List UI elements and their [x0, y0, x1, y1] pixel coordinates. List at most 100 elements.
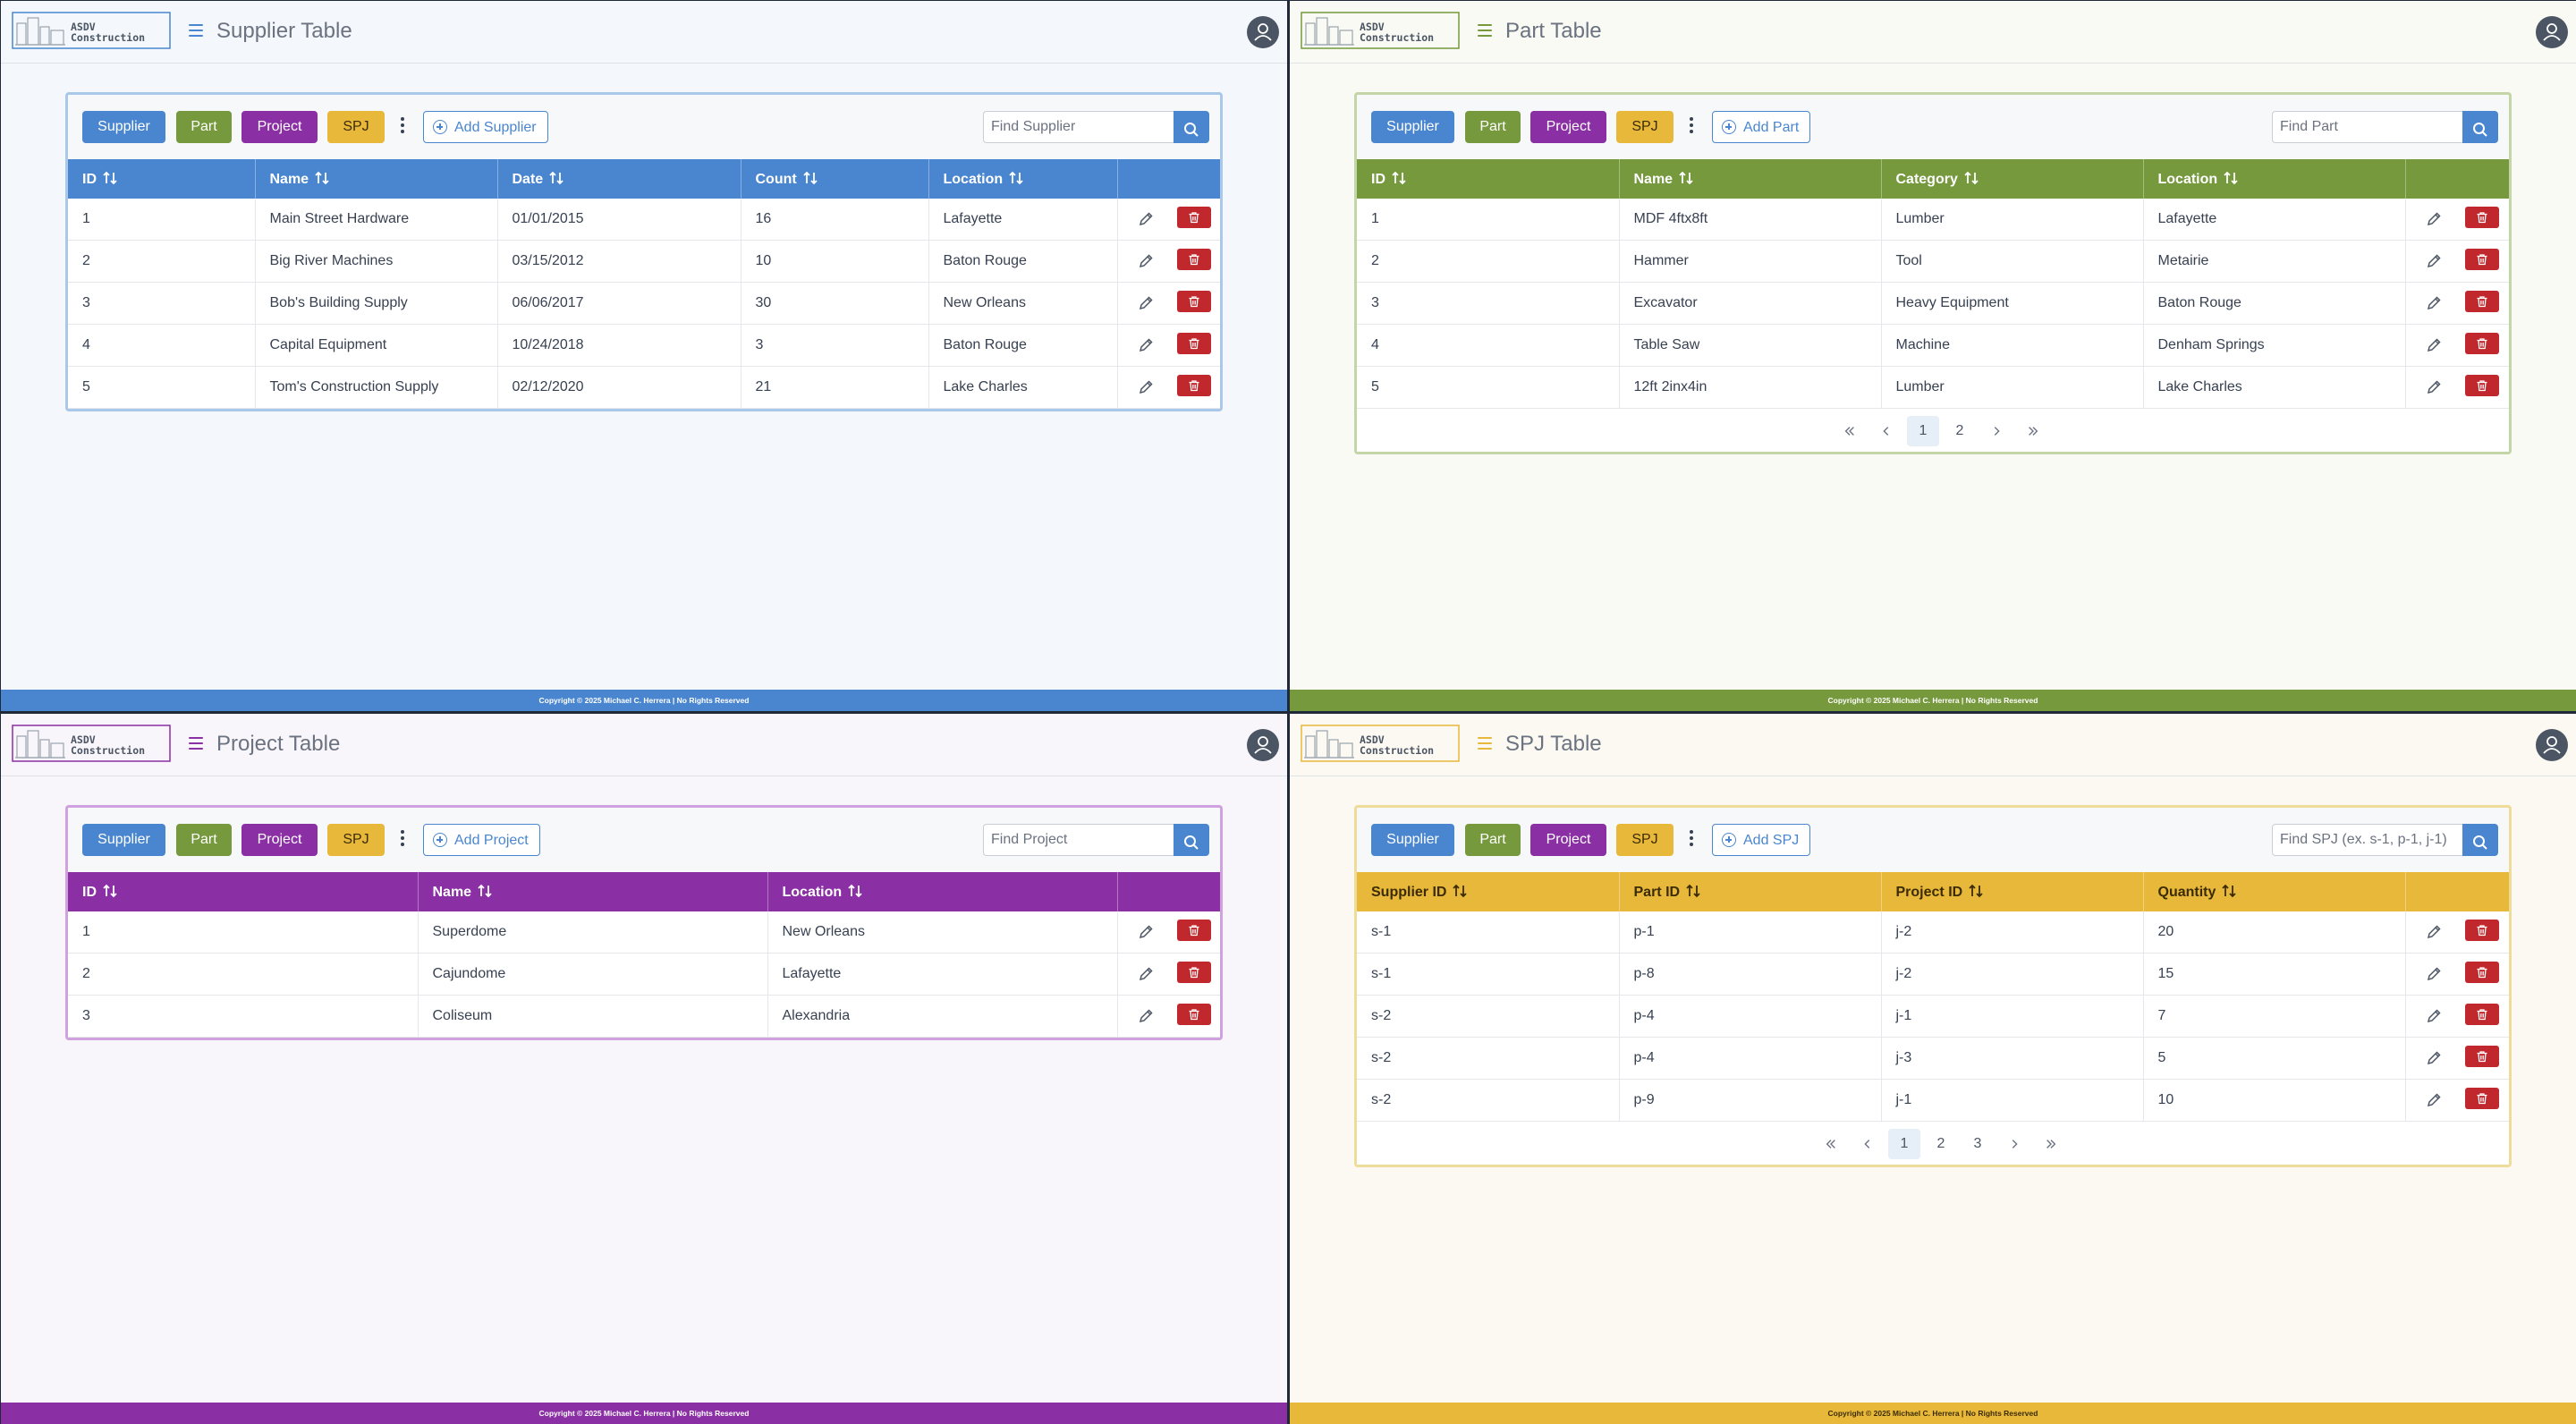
sort-icon[interactable] [1678, 171, 1694, 185]
sort-icon[interactable] [102, 171, 118, 185]
company-logo[interactable]: ASDV Construction [12, 11, 171, 50]
company-logo[interactable]: ASDV Construction [12, 724, 171, 763]
chevron-right-icon[interactable] [1980, 416, 2012, 446]
user-icon[interactable] [1247, 16, 1279, 48]
supplier-nav-button[interactable]: Supplier [1371, 824, 1454, 856]
column-header[interactable]: Quantity [2143, 872, 2406, 911]
sort-icon[interactable] [102, 884, 118, 898]
column-header[interactable]: Location [767, 872, 1118, 911]
column-header[interactable]: Location [2143, 159, 2406, 199]
pencil-icon[interactable] [2426, 253, 2442, 269]
user-icon[interactable] [1247, 729, 1279, 761]
pencil-icon[interactable] [1138, 1008, 1154, 1024]
column-header[interactable]: Part ID [1619, 872, 1882, 911]
column-header[interactable]: Name [255, 159, 498, 199]
search-button[interactable] [1174, 111, 1209, 143]
spj-nav-button[interactable]: SPJ [1616, 824, 1674, 856]
delete-button[interactable] [1176, 291, 1211, 312]
add-supplier-button[interactable]: Add Supplier [423, 111, 548, 143]
delete-button[interactable] [1176, 333, 1211, 354]
supplier-nav-button[interactable]: Supplier [82, 824, 165, 856]
page-button[interactable]: 2 [1944, 416, 1976, 446]
sort-icon[interactable] [1452, 884, 1468, 898]
sort-icon[interactable] [1685, 884, 1701, 898]
column-header[interactable]: Category [1881, 159, 2144, 199]
delete-button[interactable] [1176, 375, 1211, 396]
chevron-left-icon[interactable] [1870, 416, 1902, 446]
column-header[interactable]: ID [1357, 159, 1620, 199]
chevron-double-right-icon[interactable] [2035, 1129, 2067, 1159]
delete-button[interactable] [1176, 1004, 1211, 1025]
pencil-icon[interactable] [2426, 1008, 2442, 1024]
search-input[interactable] [2272, 111, 2462, 143]
search-input[interactable] [983, 824, 1174, 856]
project-nav-button[interactable]: Project [242, 111, 318, 143]
pencil-icon[interactable] [1138, 379, 1154, 395]
sort-icon[interactable] [1968, 884, 1984, 898]
part-nav-button[interactable]: Part [1465, 824, 1521, 856]
pencil-icon[interactable] [1138, 337, 1154, 353]
spj-nav-button[interactable]: SPJ [1616, 111, 1674, 143]
delete-button[interactable] [2464, 333, 2499, 354]
kebab-icon[interactable] [1689, 830, 1694, 848]
pencil-icon[interactable] [1138, 966, 1154, 982]
column-header[interactable]: ID [68, 159, 256, 199]
supplier-nav-button[interactable]: Supplier [1371, 111, 1454, 143]
kebab-icon[interactable] [1689, 117, 1694, 135]
pencil-icon[interactable] [1138, 924, 1154, 940]
sort-icon[interactable] [847, 884, 863, 898]
pencil-icon[interactable] [2426, 337, 2442, 353]
search-input[interactable] [2272, 824, 2462, 856]
page-button[interactable]: 1 [1888, 1129, 1920, 1159]
pencil-icon[interactable] [2426, 966, 2442, 982]
chevron-double-left-icon[interactable] [1815, 1129, 1847, 1159]
delete-button[interactable] [1176, 207, 1211, 228]
user-icon[interactable] [2536, 16, 2568, 48]
delete-button[interactable] [2464, 1046, 2499, 1067]
delete-button[interactable] [2464, 375, 2499, 396]
kebab-icon[interactable] [400, 830, 405, 848]
pencil-icon[interactable] [1138, 253, 1154, 269]
project-nav-button[interactable]: Project [1530, 824, 1606, 856]
sort-icon[interactable] [802, 171, 818, 185]
project-nav-button[interactable]: Project [1530, 111, 1606, 143]
add-project-button[interactable]: Add Project [423, 824, 540, 856]
search-button[interactable] [2462, 824, 2498, 856]
sort-icon[interactable] [1008, 171, 1024, 185]
delete-button[interactable] [1176, 962, 1211, 983]
sort-icon[interactable] [1391, 171, 1407, 185]
sort-icon[interactable] [2223, 171, 2239, 185]
page-button[interactable]: 2 [1925, 1129, 1957, 1159]
delete-button[interactable] [1176, 920, 1211, 941]
chevron-left-icon[interactable] [1852, 1129, 1884, 1159]
part-nav-button[interactable]: Part [1465, 111, 1521, 143]
page-button[interactable]: 3 [1962, 1129, 1994, 1159]
sort-icon[interactable] [477, 884, 493, 898]
pencil-icon[interactable] [2426, 924, 2442, 940]
pencil-icon[interactable] [2426, 379, 2442, 395]
supplier-nav-button[interactable]: Supplier [82, 111, 165, 143]
column-header[interactable]: Name [1619, 159, 1882, 199]
menu-icon[interactable] [189, 737, 203, 750]
company-logo[interactable]: ASDV Construction [1301, 724, 1460, 763]
menu-icon[interactable] [1478, 737, 1492, 750]
sort-icon[interactable] [2221, 884, 2237, 898]
pencil-icon[interactable] [1138, 295, 1154, 311]
spj-nav-button[interactable]: SPJ [327, 824, 385, 856]
delete-button[interactable] [2464, 1004, 2499, 1025]
chevron-right-icon[interactable] [1998, 1129, 2030, 1159]
add-spj-button[interactable]: Add SPJ [1712, 824, 1811, 856]
sort-icon[interactable] [314, 171, 330, 185]
column-header[interactable]: Count [741, 159, 929, 199]
user-icon[interactable] [2536, 729, 2568, 761]
column-header[interactable]: Supplier ID [1357, 872, 1620, 911]
pencil-icon[interactable] [2426, 1050, 2442, 1066]
column-header[interactable]: ID [68, 872, 419, 911]
kebab-icon[interactable] [400, 117, 405, 135]
chevron-double-left-icon[interactable] [1834, 416, 1866, 446]
delete-button[interactable] [2464, 207, 2499, 228]
page-button[interactable]: 1 [1907, 416, 1939, 446]
delete-button[interactable] [2464, 920, 2499, 941]
column-header[interactable]: Location [928, 159, 1118, 199]
pencil-icon[interactable] [2426, 295, 2442, 311]
